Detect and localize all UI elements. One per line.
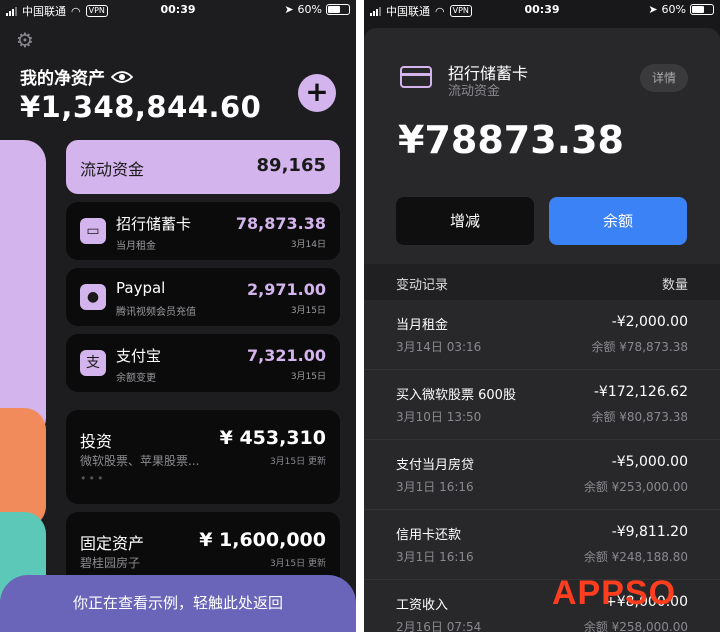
transaction-balance: 余额 ¥80,873.38 bbox=[591, 410, 688, 424]
demo-banner[interactable]: 你正在查看示例，轻触此处返回 bbox=[0, 575, 356, 632]
account-detail-screen: 中国联通 ◠ VPN 00:39 ➤ 60% 招行储蓄卡 流动资金 详情 ¥78873… bbox=[364, 0, 720, 632]
battery-icon bbox=[326, 4, 350, 15]
transaction-amount: -¥172,126.62 bbox=[593, 384, 688, 400]
account-balance: 2,971.00 bbox=[247, 280, 326, 299]
account-balance: 7,321.00 bbox=[247, 346, 326, 365]
transaction-title: 当月租金 bbox=[396, 318, 449, 333]
fixed-assets-value: ¥ 1,600,000 bbox=[199, 529, 326, 551]
investment-name: 投资 bbox=[80, 432, 113, 451]
location-icon: ➤ bbox=[284, 3, 294, 16]
transaction-balance: 余额 ¥78,873.38 bbox=[591, 340, 688, 354]
account-name: 支付宝 bbox=[116, 347, 162, 365]
log-quantity-label: 数量 bbox=[661, 278, 688, 293]
investment-date: 3月15日 更新 bbox=[269, 457, 326, 467]
transaction-row[interactable]: 支付当月房贷 -¥5,000.00 3月1日 16:16 余额 ¥253,000… bbox=[364, 440, 720, 510]
investment-card[interactable]: 投资 微软股票、苹果股票... ¥ 453,310 3月15日 更新 ••• bbox=[66, 410, 340, 504]
transaction-row[interactable]: 买入微软股票 600股 -¥172,126.62 3月10日 13:50 余额 … bbox=[364, 370, 720, 440]
account-type: 流动资金 bbox=[448, 84, 501, 99]
fixed-assets-note: 碧桂园房子 bbox=[80, 556, 141, 570]
liquid-funds-label: 流动资金 bbox=[80, 160, 145, 179]
transaction-amount: -¥5,000.00 bbox=[611, 454, 688, 470]
log-header: 变动记录 数量 bbox=[364, 264, 720, 300]
status-bar: 中国联通 ◠ VPN 00:39 ➤ 60% bbox=[364, 0, 720, 20]
account-row[interactable]: ▭ 招行储蓄卡 当月租金 78,873.38 3月14日 bbox=[66, 202, 340, 260]
fixed-assets-name: 固定资产 bbox=[80, 534, 145, 553]
account-date: 3月15日 bbox=[290, 306, 326, 316]
investment-strip[interactable] bbox=[0, 408, 46, 528]
fixed-assets-date: 3月15日 更新 bbox=[269, 559, 326, 569]
account-note: 腾讯视频会员充值 bbox=[116, 307, 196, 318]
investment-value: ¥ 453,310 bbox=[219, 427, 326, 449]
bank-card-icon: ▭ bbox=[80, 218, 106, 244]
battery-percent: 60% bbox=[297, 3, 322, 16]
alipay-icon: 支 bbox=[80, 350, 106, 376]
transaction-amount: -¥9,811.20 bbox=[611, 524, 688, 540]
transaction-date: 3月1日 16:16 bbox=[396, 480, 474, 494]
appso-watermark: APPSO bbox=[552, 574, 677, 612]
net-worth-title-text: 我的净资产 bbox=[20, 69, 105, 89]
transaction-row[interactable]: 当月租金 -¥2,000.00 3月14日 03:16 余额 ¥78,873.3… bbox=[364, 300, 720, 370]
transaction-date: 3月14日 03:16 bbox=[396, 340, 482, 354]
account-amount: ¥78873.38 bbox=[398, 118, 624, 162]
account-row[interactable]: ● Paypal 腾讯视频会员充值 2,971.00 3月15日 bbox=[66, 268, 340, 326]
transaction-balance: 余额 ¥248,188.80 bbox=[583, 550, 688, 564]
transaction-date: 3月1日 16:16 bbox=[396, 550, 474, 564]
battery-icon bbox=[690, 4, 714, 15]
net-worth-title: 我的净资产 bbox=[20, 64, 133, 89]
transaction-title: 信用卡还款 bbox=[396, 528, 462, 543]
status-bar: 中国联通 ◠ VPN 00:39 ➤ 60% bbox=[0, 0, 356, 20]
eye-icon[interactable] bbox=[111, 70, 133, 84]
account-date: 3月14日 bbox=[290, 240, 326, 250]
transaction-balance: 余额 ¥258,000.00 bbox=[583, 620, 688, 632]
account-date: 3月15日 bbox=[290, 372, 326, 382]
transaction-amount: -¥2,000.00 bbox=[611, 314, 688, 330]
account-row[interactable]: 支 支付宝 余额变更 7,321.00 3月15日 bbox=[66, 334, 340, 392]
transaction-date: 3月10日 13:50 bbox=[396, 410, 482, 424]
account-note: 余额变更 bbox=[116, 373, 156, 384]
wechat-icon: ● bbox=[80, 284, 106, 310]
transaction-balance: 余额 ¥253,000.00 bbox=[583, 480, 688, 494]
transaction-date: 2月16日 07:54 bbox=[396, 620, 482, 632]
liquid-funds-header[interactable]: 流动资金 89,165 bbox=[66, 140, 340, 194]
add-button[interactable]: + bbox=[298, 74, 336, 112]
account-balance: 78,873.38 bbox=[235, 214, 326, 233]
gear-icon[interactable]: ⚙ bbox=[16, 28, 34, 52]
net-worth-screen: 中国联通 ◠ VPN 00:39 ➤ 60% ⚙ 我的净资产 ¥1,348,844.6… bbox=[0, 0, 356, 632]
bank-card-icon bbox=[400, 66, 432, 88]
transaction-title: 支付当月房贷 bbox=[396, 458, 475, 473]
balance-button[interactable]: 余额 bbox=[549, 197, 687, 245]
investment-note: 微软股票、苹果股票... bbox=[80, 454, 200, 468]
liquid-funds-value: 89,165 bbox=[256, 155, 326, 176]
transaction-title: 工资收入 bbox=[396, 598, 449, 613]
account-name: Paypal bbox=[116, 279, 166, 297]
battery-percent: 60% bbox=[661, 3, 686, 16]
log-title: 变动记录 bbox=[396, 278, 449, 293]
location-icon: ➤ bbox=[648, 3, 658, 16]
account-note: 当月租金 bbox=[116, 241, 156, 252]
transaction-row[interactable]: 信用卡还款 -¥9,811.20 3月1日 16:16 余额 ¥248,188.… bbox=[364, 510, 720, 580]
details-button[interactable]: 详情 bbox=[640, 64, 688, 92]
transaction-title: 买入微软股票 600股 bbox=[396, 388, 516, 403]
liquid-strip[interactable] bbox=[0, 140, 46, 440]
net-worth-amount: ¥1,348,844.60 bbox=[20, 90, 262, 124]
more-dots: ••• bbox=[80, 472, 106, 485]
adjust-button[interactable]: 增减 bbox=[396, 197, 534, 245]
account-name: 招行储蓄卡 bbox=[116, 215, 192, 233]
